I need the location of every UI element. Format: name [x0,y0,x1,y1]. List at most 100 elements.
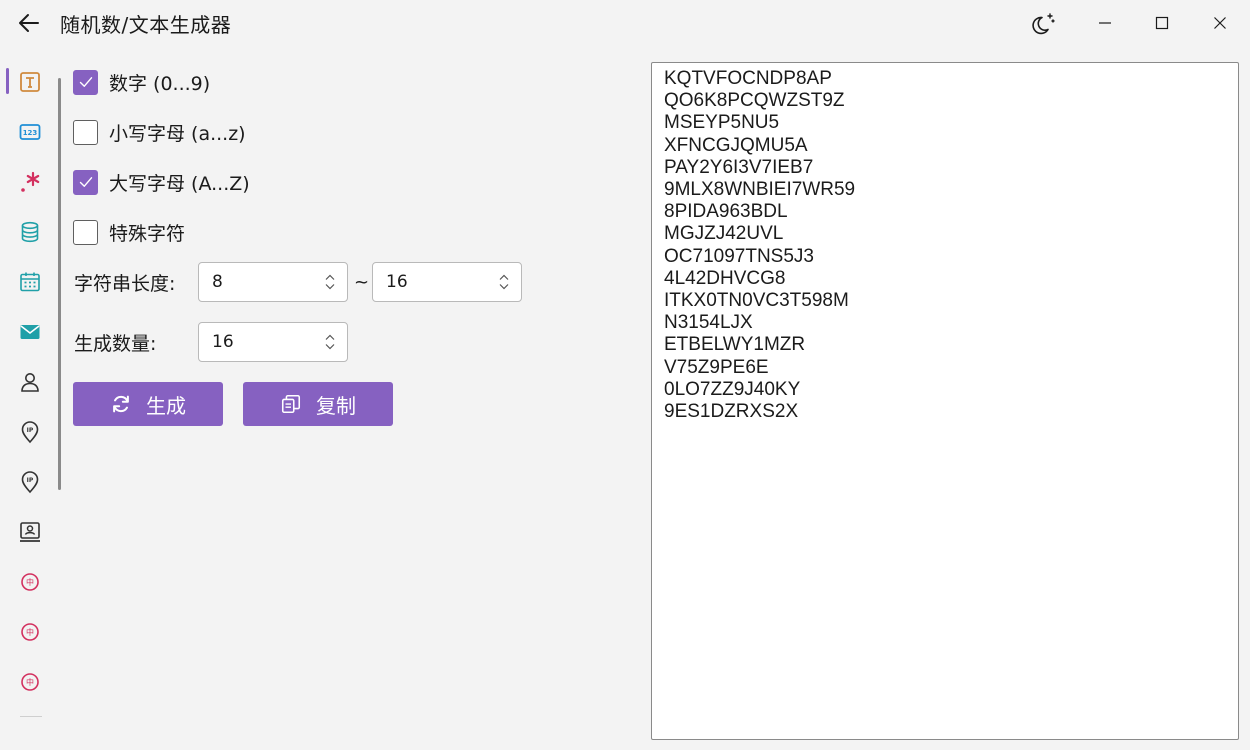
svg-text:IP: IP [27,477,34,484]
window-title: 随机数/文本生成器 [60,13,232,37]
count-spinner[interactable] [313,323,347,361]
sidebar-item-user[interactable] [10,362,50,402]
minimize-button[interactable] [1090,8,1120,38]
spinner-arrows-icon [499,274,509,290]
sidebar-item-china-3[interactable]: 中 [10,662,50,702]
generate-button-label: 生成 [146,393,186,418]
output-line: PAY2Y6I3V7IEB7 [664,156,814,178]
refresh-icon [110,393,132,415]
sidebar-item-regex[interactable] [10,162,50,202]
svg-text:中: 中 [26,577,34,587]
title-bar: 随机数/文本生成器 [0,0,1250,46]
checkmark-icon [79,177,92,187]
output-line: ETBELWY1MZR [664,334,806,356]
sidebar-item-calendar[interactable] [10,262,50,302]
lowercase-option[interactable]: 小写字母 (a...z) [73,119,246,145]
special-checkbox[interactable] [73,219,98,245]
sidebar-item-database[interactable] [10,212,50,252]
length-min-input[interactable]: 8 [198,262,348,302]
length-min-value: 8 [212,272,223,292]
sidebar-item-text-generator[interactable] [10,62,50,102]
output-line: 4L42DHVCG8 [664,267,786,289]
svg-text:中: 中 [26,627,34,637]
output-line: ITKX0TN0VC3T598M [664,290,849,312]
length-max-spinner[interactable] [487,263,521,301]
uppercase-option[interactable]: 大写字母 (A...Z) [73,169,250,195]
sidebar-divider [20,716,42,717]
output-line: MSEYP5NU5 [664,112,780,134]
lowercase-label: 小写字母 (a...z) [109,122,246,145]
ip-location-icon: IP [21,471,39,494]
output-line: XFNCGJQMU5A [664,134,808,156]
digits-option[interactable]: 数字 (0...9) [73,69,210,95]
special-label: 特殊字符 [109,222,186,245]
generate-button[interactable]: 生成 [73,382,223,426]
sidebar-item-ip-1[interactable]: IP [10,412,50,452]
output-line: OC71097TNS5J3 [664,245,814,267]
arrow-left-icon [19,14,39,32]
user-icon [21,373,39,392]
china-badge-icon: 中 [21,673,39,691]
copy-button[interactable]: 复制 [243,382,393,426]
spinner-arrows-icon [325,274,335,290]
copy-icon [280,393,302,415]
spinner-arrows-icon [325,334,335,350]
uppercase-checkbox[interactable] [73,169,98,195]
back-button[interactable] [14,8,44,38]
sidebar-item-mail[interactable] [10,312,50,352]
count-input[interactable]: 16 [198,322,348,362]
mail-icon [20,325,40,339]
output-line: 9MLX8WNBIEI7WR59 [664,179,856,201]
china-badge-icon: 中 [21,623,39,641]
sidebar-item-number[interactable]: 123 [10,112,50,152]
svg-text:IP: IP [27,427,34,434]
text-generator-icon [20,72,40,92]
output-line: 8PIDA963BDL [664,201,788,223]
copy-button-label: 复制 [316,393,356,418]
number-123-icon: 123 [19,124,41,140]
output-textarea[interactable]: KQTVFOCNDP8AP QO6K8PCQWZST9Z MSEYP5NU5 XFNC… [651,62,1239,740]
sidebar-item-china-1[interactable]: 中 [10,562,50,602]
calendar-icon [20,272,40,292]
maximize-button[interactable] [1147,8,1177,38]
database-icon [21,221,39,243]
options-scrollbar[interactable] [58,78,61,490]
regex-icon [21,171,40,192]
theme-toggle-button[interactable] [1029,8,1059,38]
length-min-spinner[interactable] [313,263,347,301]
length-label: 字符串长度: [74,273,176,295]
output-line: KQTVFOCNDP8AP [664,68,832,89]
output-line: V75Z9PE6E [664,356,769,378]
length-separator: ~ [354,272,370,293]
lowercase-checkbox[interactable] [73,119,98,145]
sidebar-item-id-card[interactable] [10,512,50,552]
minimize-icon [1099,22,1111,24]
ip-location-icon: IP [21,421,39,444]
output-line: MGJZJ42UVL [664,223,784,245]
close-button[interactable] [1205,8,1235,38]
svg-text:中: 中 [26,677,34,687]
id-card-icon [20,522,40,542]
selection-indicator [6,68,9,94]
svg-text:123: 123 [23,129,38,137]
checkmark-icon [79,77,92,87]
close-icon [1214,17,1226,29]
length-max-input[interactable]: 16 [372,262,522,302]
length-max-value: 16 [386,272,408,292]
output-line: N3154LJX [664,312,753,334]
special-option[interactable]: 特殊字符 [73,219,185,245]
maximize-icon [1155,16,1169,30]
count-label: 生成数量: [74,333,157,355]
digits-label: 数字 (0...9) [109,72,211,95]
china-badge-icon: 中 [21,573,39,591]
output-line: 0LO7ZZ9J40KY [664,378,801,400]
sidebar-item-china-2[interactable]: 中 [10,612,50,652]
output-line: 9ES1DZRXS2X [664,401,799,423]
moon-icon [1032,13,1055,35]
count-value: 16 [212,332,234,352]
output-line: QO6K8PCQWZST9Z [664,90,845,112]
uppercase-label: 大写字母 (A...Z) [109,172,250,195]
digits-checkbox[interactable] [73,69,98,95]
sidebar: 123 IP IP 中 中 中 [0,58,60,750]
sidebar-item-ip-2[interactable]: IP [10,462,50,502]
